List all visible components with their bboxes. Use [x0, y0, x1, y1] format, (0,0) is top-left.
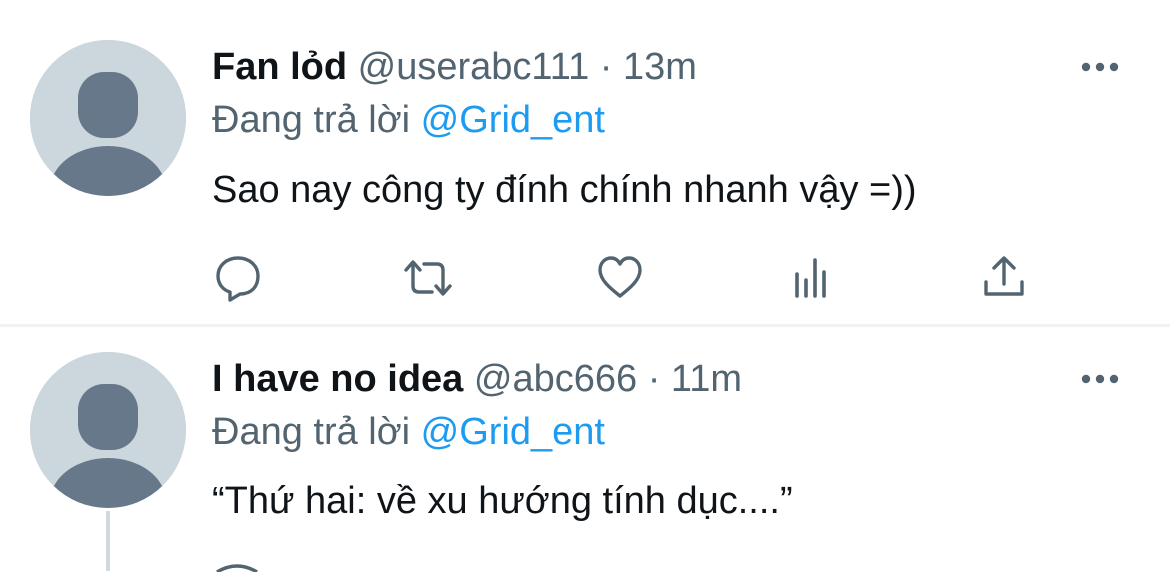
default-avatar-icon: [30, 352, 186, 508]
reply-mention-link[interactable]: @Grid_ent: [421, 411, 605, 453]
replying-to: Đang trả lời @Grid_ent: [212, 96, 605, 144]
display-name[interactable]: I have no idea: [212, 358, 463, 400]
separator-dot: ·: [647, 358, 661, 400]
tweet-text: “Thứ hai: về xu hướng tính dục....”: [212, 480, 793, 522]
reply-button[interactable]: [210, 250, 266, 306]
share-icon: [984, 256, 1024, 296]
analytics-icon: [795, 258, 826, 298]
timestamp[interactable]: 11m: [671, 358, 742, 400]
heart-icon: [598, 256, 642, 298]
avatar[interactable]: [30, 40, 186, 196]
like-button[interactable]: [592, 250, 648, 306]
display-name[interactable]: Fan lỏd: [212, 46, 347, 88]
tweet-header: I have no idea @abc666 · 11m: [212, 355, 742, 403]
tweet-header: Fan lỏd @userabc111 · 13m: [212, 43, 697, 91]
default-avatar-icon: [30, 40, 186, 196]
replying-to-label: Đang trả lời: [212, 99, 411, 141]
tweet[interactable]: I have no idea @abc666 · 11m Đang trả lờ…: [0, 327, 1170, 572]
reply-bubble-icon: [216, 256, 260, 302]
replying-to-label: Đang trả lời: [212, 411, 411, 453]
share-button[interactable]: [976, 250, 1032, 306]
more-horizontal-icon[interactable]: [1080, 369, 1120, 389]
retweet-button[interactable]: [400, 250, 456, 306]
user-handle[interactable]: @userabc111: [358, 46, 590, 88]
stats-button[interactable]: [785, 250, 841, 306]
tweet[interactable]: Fan lỏd @userabc111 · 13m Đang trả lời @…: [0, 0, 1170, 324]
timestamp[interactable]: 13m: [623, 46, 697, 88]
tweet-actions: [0, 250, 1170, 306]
separator-dot: ·: [599, 46, 613, 88]
tweet-text: Sao nay công ty đính chính nhanh vậy =)): [212, 169, 917, 211]
retweet-icon: [404, 260, 452, 296]
replying-to: Đang trả lời @Grid_ent: [212, 408, 605, 456]
reply-mention-link[interactable]: @Grid_ent: [421, 99, 605, 141]
user-handle[interactable]: @abc666: [474, 358, 637, 400]
reply-bubble-icon[interactable]: [214, 562, 260, 572]
avatar[interactable]: [30, 352, 186, 508]
thread-connector-line: [106, 511, 110, 571]
more-horizontal-icon[interactable]: [1080, 57, 1120, 77]
